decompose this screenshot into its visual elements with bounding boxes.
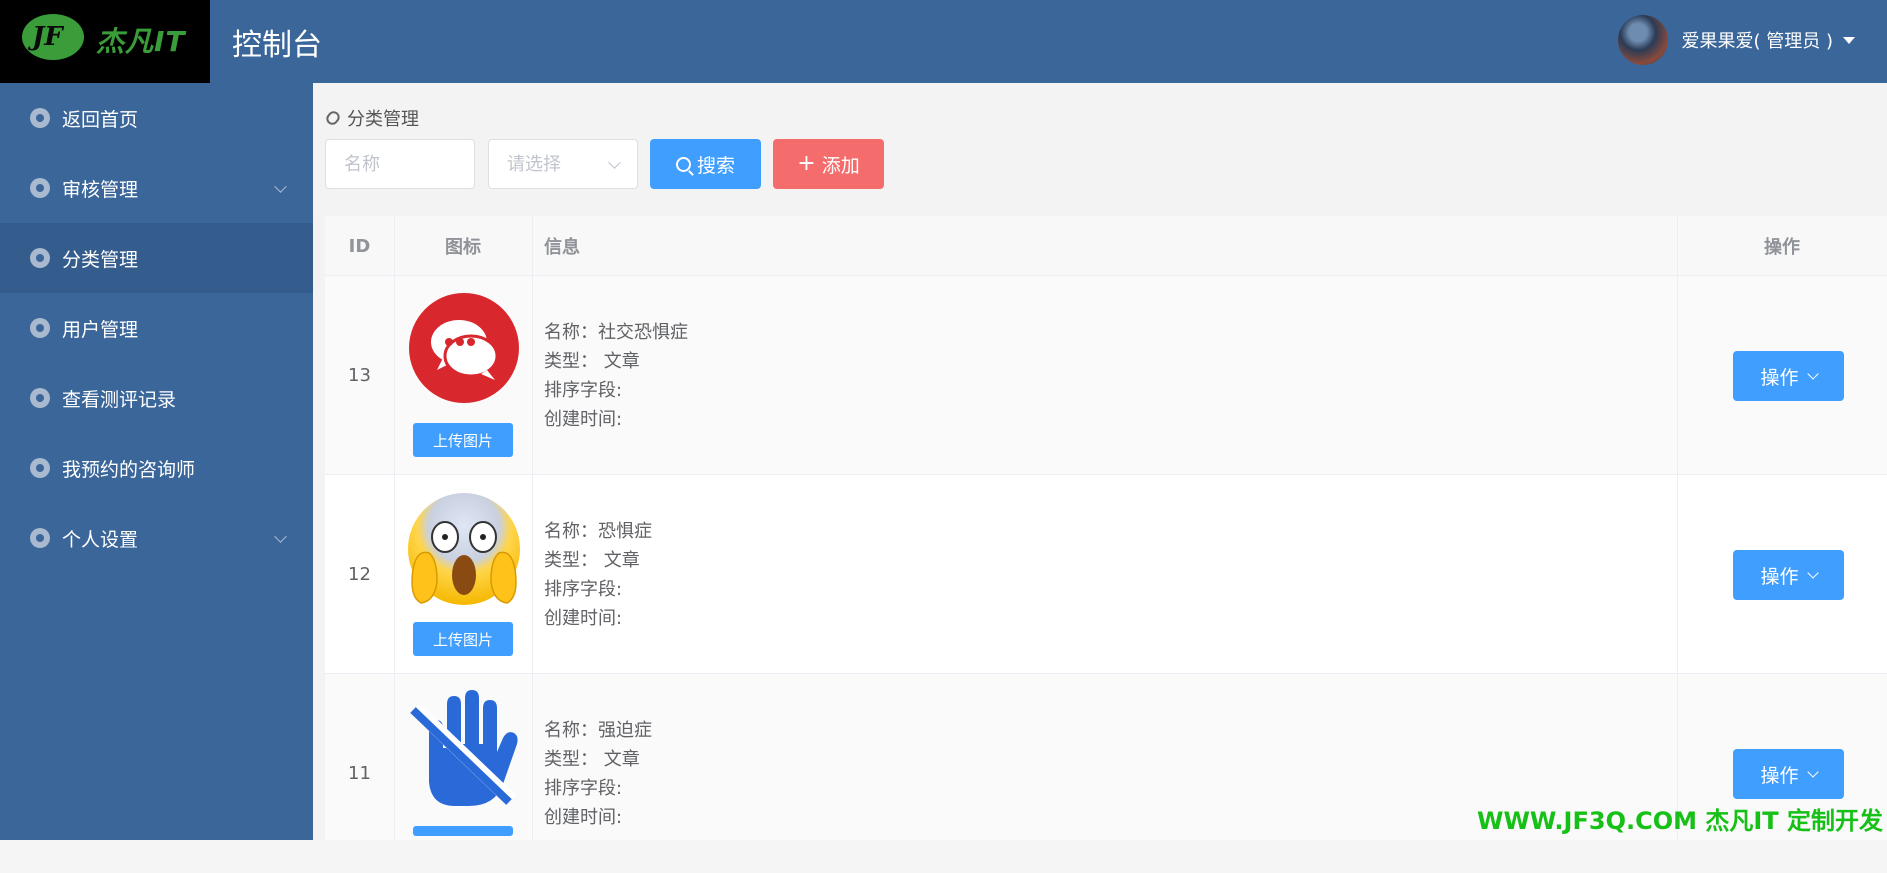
top-header: JF 杰凡IT 控制台 爱果果爱( 管理员 ): [0, 0, 1887, 83]
paperclip-icon: [324, 109, 342, 127]
info-name: 名称：社交恐惧症: [544, 318, 688, 347]
row-id: 13: [325, 276, 394, 475]
sidebar-item-label: 分类管理: [62, 245, 138, 272]
table-row: 13 上传图片 名称：社交恐惧症 类型： 文章 排序字段: 创建时间: 操作: [325, 276, 1887, 475]
circle-dot-icon: [30, 388, 50, 408]
search-button[interactable]: 搜索: [650, 139, 761, 189]
info-time: 创建时间:: [544, 604, 652, 633]
header-action[interactable]: 操作: [1677, 216, 1887, 276]
row-id: 12: [325, 475, 394, 674]
action-dropdown-button[interactable]: 操作: [1733, 550, 1844, 600]
info-time: 创建时间:: [544, 803, 652, 832]
action-label: 操作: [1760, 363, 1798, 390]
action-dropdown-button[interactable]: 操作: [1733, 351, 1844, 401]
sidebar-item-category[interactable]: 分类管理: [0, 223, 313, 293]
page-title: 控制台: [232, 20, 322, 64]
sidebar-item-review[interactable]: 审核管理: [0, 153, 313, 223]
info-sort: 排序字段:: [544, 774, 652, 803]
breadcrumb: 分类管理: [327, 105, 419, 131]
row-id: 11: [325, 674, 394, 873]
user-menu[interactable]: 爱果果爱( 管理员 ): [1618, 14, 1856, 66]
logo[interactable]: JF 杰凡IT: [0, 0, 210, 83]
sidebar-item-assessments[interactable]: 查看测评记录: [0, 363, 313, 433]
sidebar-item-label: 查看测评记录: [62, 385, 176, 412]
info-type: 类型： 文章: [544, 745, 652, 774]
sidebar-item-label: 用户管理: [62, 315, 138, 342]
logo-mark-icon: JF: [22, 14, 84, 60]
column-divider: [394, 216, 395, 840]
chevron-down-icon: [1807, 766, 1818, 777]
chevron-down-icon: [1807, 567, 1818, 578]
info-sort: 排序字段:: [544, 376, 688, 405]
info-time: 创建时间:: [544, 405, 688, 434]
circle-dot-icon: [30, 458, 50, 478]
circle-dot-icon: [30, 318, 50, 338]
circle-dot-icon: [30, 528, 50, 548]
watermark-text: WWW.JF3Q.COM 杰凡IT 定制开发: [1477, 801, 1883, 836]
breadcrumb-label: 分类管理: [347, 105, 419, 131]
circle-dot-icon: [30, 248, 50, 268]
sidebar-item-label: 返回首页: [62, 105, 138, 132]
logo-mark-text: JF: [32, 22, 63, 52]
sidebar-item-label: 我预约的咨询师: [62, 455, 195, 482]
column-divider: [532, 216, 533, 840]
chevron-down-icon: [1807, 368, 1818, 379]
circle-dot-icon: [30, 108, 50, 128]
type-select[interactable]: [488, 139, 638, 189]
info-sort: 排序字段:: [544, 575, 652, 604]
table-header: ID 图标 信息 操作: [325, 216, 1887, 276]
sidebar-item-users[interactable]: 用户管理: [0, 293, 313, 363]
caret-down-icon[interactable]: [1843, 37, 1855, 44]
action-dropdown-button[interactable]: 操作: [1733, 749, 1844, 799]
category-table: ID 图标 信息 操作 13 上传图片 名称：社交恐惧症 类型： 文章: [325, 216, 1887, 840]
plus-icon: +: [797, 153, 815, 175]
info-type: 类型： 文章: [544, 546, 652, 575]
upload-image-button[interactable]: [413, 826, 513, 836]
logo-text: 杰凡IT: [96, 20, 186, 60]
chevron-down-icon: [274, 180, 287, 193]
name-field[interactable]: [325, 139, 475, 189]
sidebar-item-label: 个人设置: [62, 525, 138, 552]
info-name: 名称：恐惧症: [544, 517, 652, 546]
header-id[interactable]: ID: [325, 216, 394, 276]
search-icon: [676, 157, 691, 172]
chat-bubbles-icon: [407, 290, 521, 410]
crossed-hand-icon: [407, 688, 521, 808]
header-icon[interactable]: 图标: [394, 216, 532, 276]
upload-image-button[interactable]: 上传图片: [413, 423, 513, 457]
sidebar-item-label: 审核管理: [62, 175, 138, 202]
row-info: 名称：恐惧症 类型： 文章 排序字段: 创建时间:: [544, 517, 652, 633]
circle-dot-icon: [30, 178, 50, 198]
header-info[interactable]: 信息: [544, 216, 580, 276]
add-button[interactable]: + 添加: [773, 139, 884, 189]
action-label: 操作: [1760, 761, 1798, 788]
sidebar-item-counselors[interactable]: 我预约的咨询师: [0, 433, 313, 503]
user-name[interactable]: 爱果果爱( 管理员 ): [1682, 27, 1834, 53]
chevron-down-icon: [274, 530, 287, 543]
avatar[interactable]: [1618, 15, 1668, 65]
info-type: 类型： 文章: [544, 347, 688, 376]
info-name: 名称：强迫症: [544, 716, 652, 745]
action-label: 操作: [1760, 562, 1798, 589]
main-content: 分类管理 搜索 + 添加 ID 图标 信息 操作 13: [313, 83, 1887, 840]
sidebar-item-settings[interactable]: 个人设置: [0, 503, 313, 573]
search-button-label: 搜索: [697, 151, 735, 178]
screaming-face-icon: [407, 489, 521, 609]
add-button-label: 添加: [822, 151, 860, 178]
column-divider: [1677, 216, 1678, 840]
table-row: 12 上传图片: [325, 475, 1887, 674]
name-input[interactable]: [326, 140, 474, 188]
upload-image-button[interactable]: 上传图片: [413, 622, 513, 656]
sidebar: 返回首页 审核管理 分类管理 用户管理 查看测评记录 我预约的咨询师 个人设置: [0, 83, 313, 840]
row-info: 名称：社交恐惧症 类型： 文章 排序字段: 创建时间:: [544, 318, 688, 434]
row-info: 名称：强迫症 类型： 文章 排序字段: 创建时间:: [544, 716, 652, 832]
sidebar-item-home[interactable]: 返回首页: [0, 83, 313, 153]
